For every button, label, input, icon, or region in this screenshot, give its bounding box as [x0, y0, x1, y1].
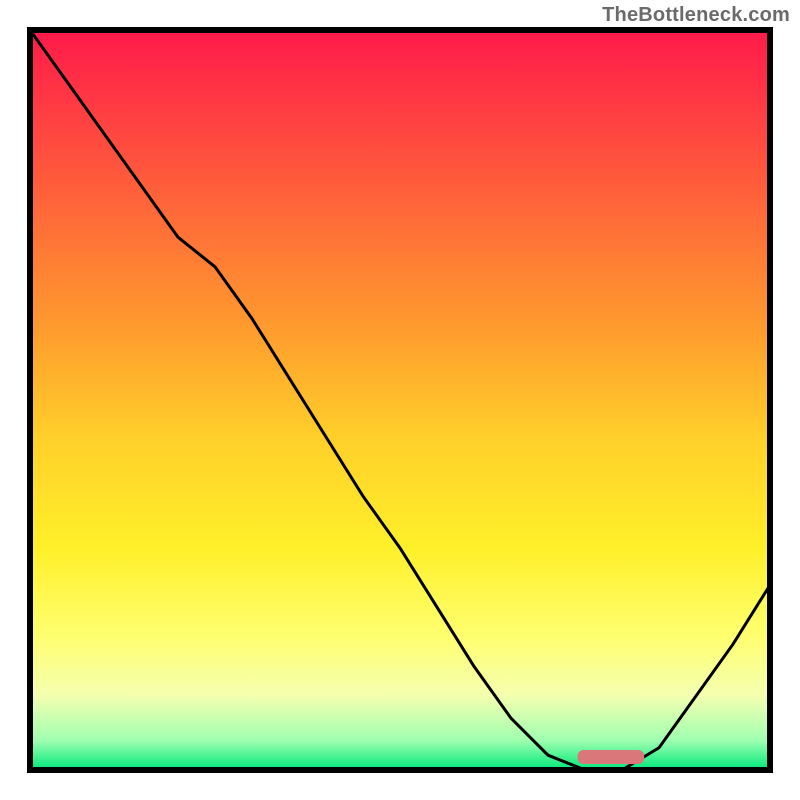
bottleneck-chart: TheBottleneck.com	[0, 0, 800, 800]
gradient-background	[30, 30, 770, 770]
optimum-marker	[578, 750, 645, 764]
chart-svg	[0, 0, 800, 800]
watermark-text: TheBottleneck.com	[602, 4, 790, 27]
